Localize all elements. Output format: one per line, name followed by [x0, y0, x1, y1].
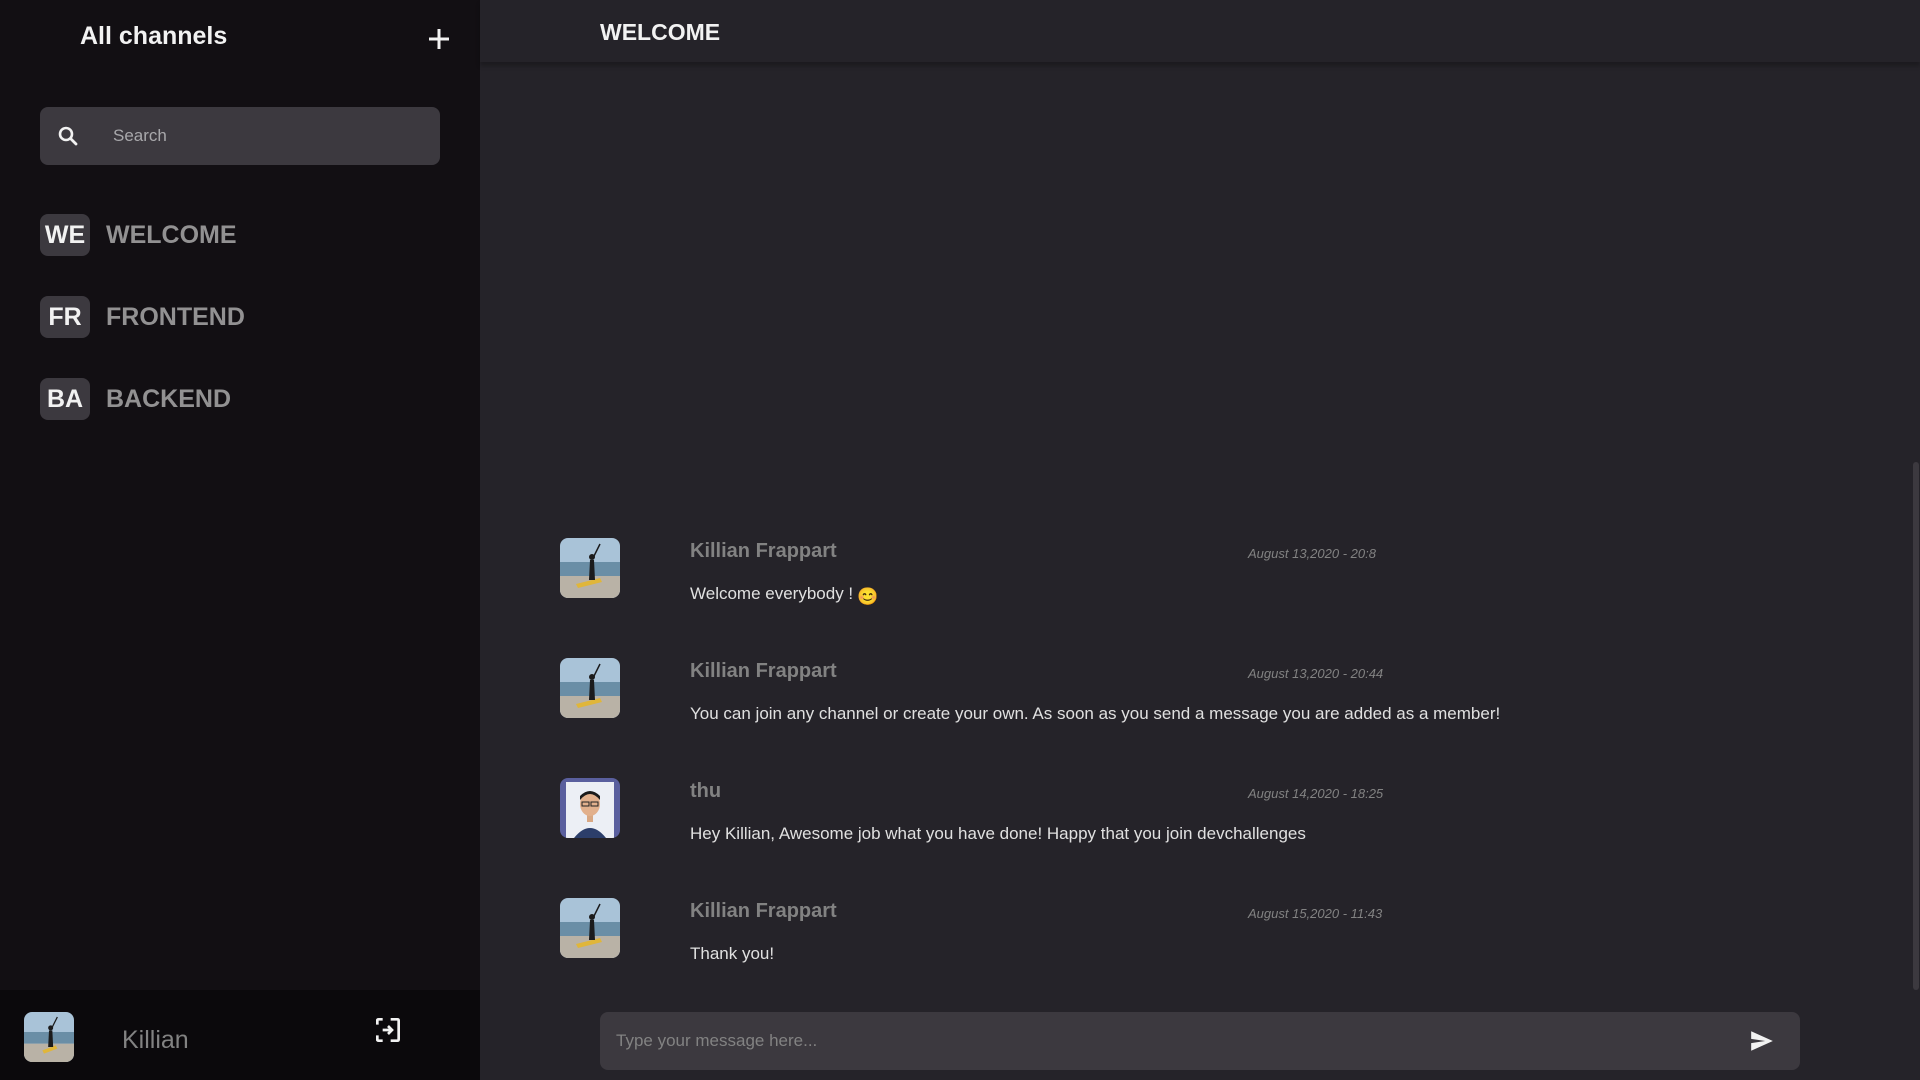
- chat-app: All channels WE WELCOME FR FRONTEND: [0, 0, 1920, 1080]
- add-channel-button[interactable]: [420, 20, 458, 58]
- channel-item-backend[interactable]: BA BACKEND: [40, 374, 460, 424]
- message-author: thu: [690, 780, 722, 802]
- search-icon: [58, 126, 78, 146]
- message-text: Welcome everybody ! 😊: [690, 584, 878, 607]
- message-timestamp: August 13,2020 - 20:44: [1248, 666, 1384, 681]
- message-item: thu August 14,2020 - 18:25 Hey Killian, …: [560, 778, 1800, 898]
- message-text-body: Welcome everybody !: [690, 584, 854, 603]
- avatar[interactable]: [560, 538, 620, 598]
- message-input[interactable]: [600, 1012, 1700, 1070]
- message-item: Killian Frappart August 15,2020 - 11:43 …: [560, 898, 1800, 1018]
- smile-emoji-icon: 😊: [857, 587, 879, 606]
- sidebar-header: All channels: [0, 0, 480, 76]
- message-author: Killian Frappart: [690, 900, 837, 922]
- plus-icon: [429, 29, 449, 49]
- channel-name: WELCOME: [106, 220, 237, 249]
- sidebar: All channels WE WELCOME FR FRONTEND: [0, 0, 480, 1080]
- channel-name: FRONTEND: [106, 302, 245, 331]
- avatar-image: [560, 538, 620, 598]
- message-timestamp: August 14,2020 - 18:25: [1248, 786, 1384, 801]
- message-author: Killian Frappart: [690, 540, 837, 562]
- send-icon: [1751, 1031, 1773, 1051]
- message-author: Killian Frappart: [690, 660, 837, 682]
- channel-item-frontend[interactable]: FR FRONTEND: [40, 292, 460, 342]
- message-item: Killian Frappart August 13,2020 - 20:8 W…: [560, 538, 1800, 658]
- channel-item-welcome[interactable]: WE WELCOME: [40, 210, 460, 260]
- avatar-image: [560, 898, 620, 958]
- sidebar-title: All channels: [80, 22, 228, 50]
- send-button[interactable]: [1746, 1025, 1778, 1057]
- message-timestamp: August 15,2020 - 11:43: [1248, 906, 1383, 921]
- message-timestamp: August 13,2020 - 20:8: [1248, 546, 1376, 561]
- avatar[interactable]: [560, 778, 620, 838]
- chat-main: WELCOME Killian Frappart August 13,2020 …: [480, 0, 1920, 1080]
- avatar[interactable]: [560, 658, 620, 718]
- logout-button[interactable]: [372, 1014, 404, 1046]
- channel-abbr: BA: [40, 378, 90, 420]
- channel-title: WELCOME: [600, 19, 721, 45]
- message-text: Hey Killian, Awesome job what you have d…: [690, 824, 1306, 843]
- avatar-image: [24, 1012, 74, 1062]
- avatar[interactable]: [560, 898, 620, 958]
- channel-header: WELCOME: [480, 0, 1920, 62]
- user-name: Killian: [122, 1026, 189, 1054]
- message-list: Killian Frappart August 13,2020 - 20:8 W…: [560, 538, 1800, 1018]
- message-text: Thank you!: [690, 944, 775, 963]
- message-composer: [600, 1012, 1800, 1070]
- scrollbar[interactable]: [1913, 462, 1919, 990]
- message-text: You can join any channel or create your …: [690, 704, 1501, 723]
- avatar[interactable]: [24, 1012, 74, 1062]
- avatar-image: [560, 658, 620, 718]
- channel-abbr: WE: [40, 214, 90, 256]
- avatar-image: [560, 778, 620, 838]
- message-item: Killian Frappart August 13,2020 - 20:44 …: [560, 658, 1800, 778]
- channel-abbr: FR: [40, 296, 90, 338]
- user-footer: Killian: [0, 990, 480, 1080]
- channel-name: BACKEND: [106, 384, 231, 413]
- search-input[interactable]: [100, 107, 420, 165]
- logout-icon: [376, 1018, 400, 1042]
- search-box: [40, 107, 440, 165]
- channel-list: WE WELCOME FR FRONTEND BA BACKEND: [40, 210, 460, 456]
